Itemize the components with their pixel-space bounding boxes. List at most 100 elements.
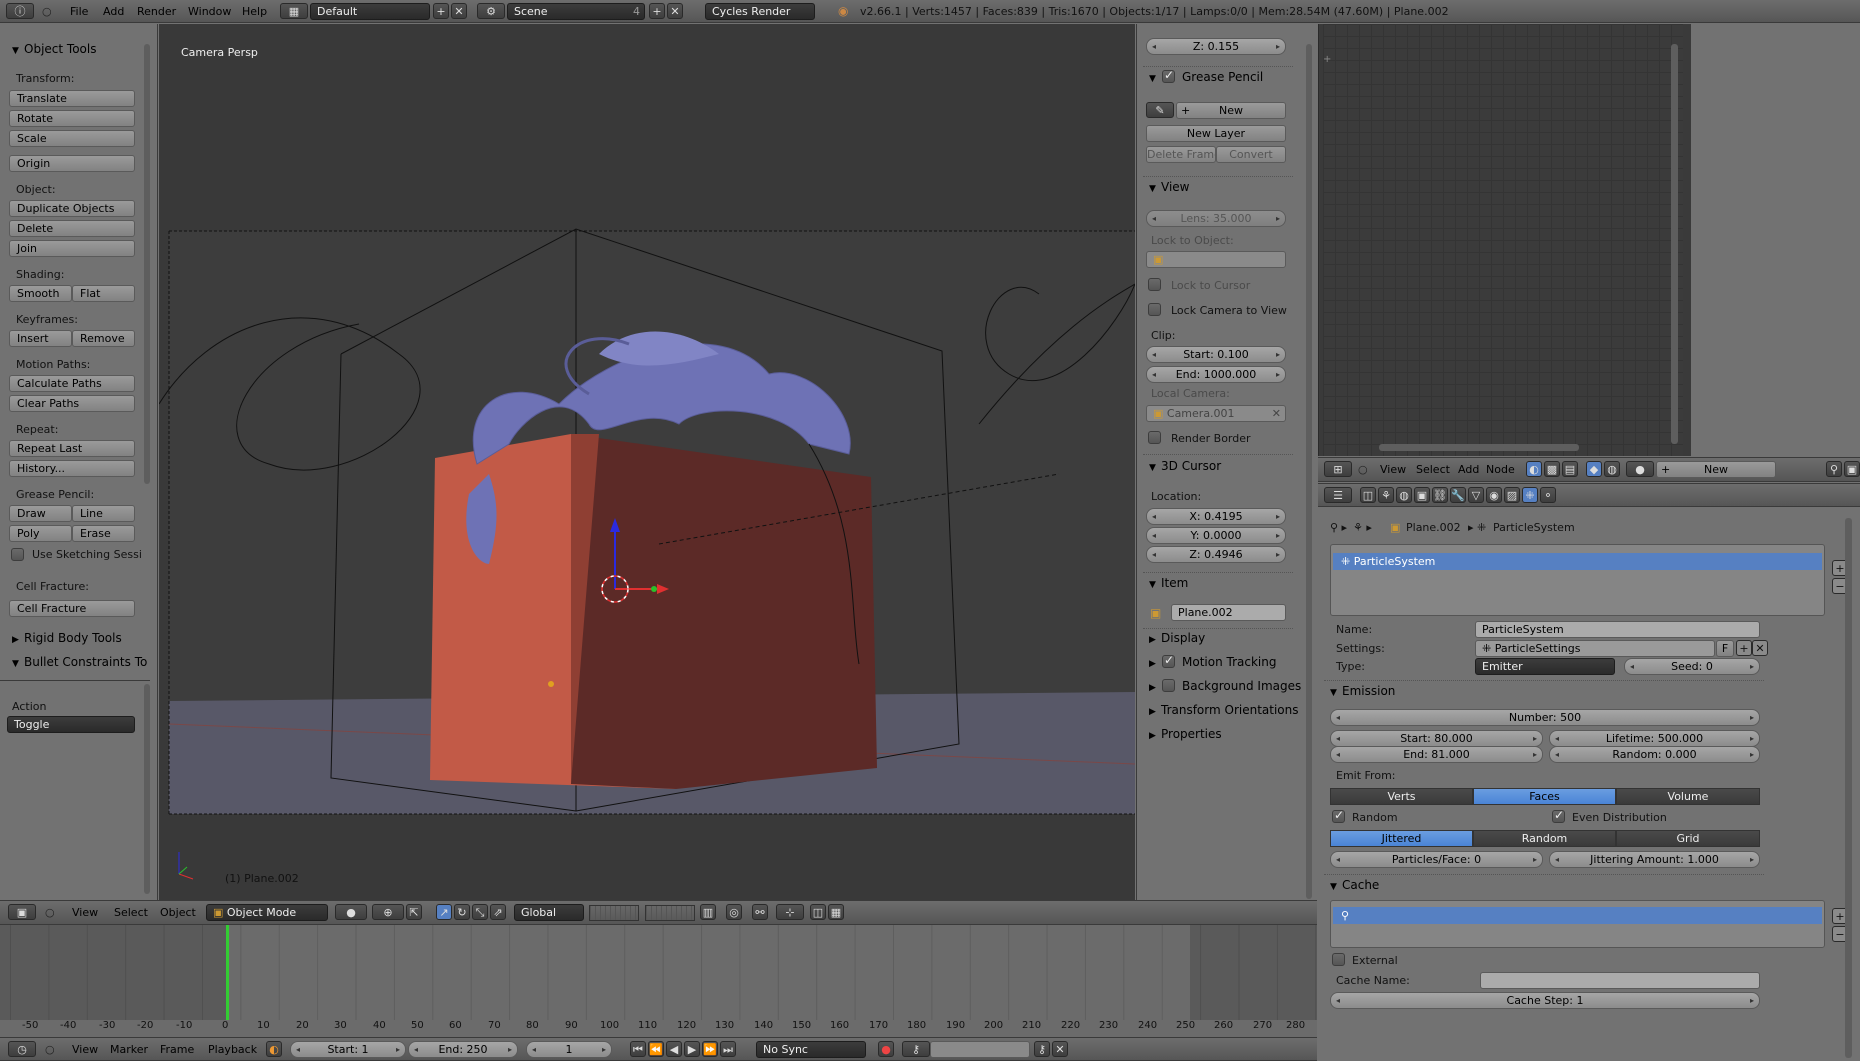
sketching-session-checkbox[interactable] <box>11 548 24 561</box>
timeline[interactable]: -50 -40 -30 -20 -10 0 10 20 30 40 50 60 … <box>0 925 1317 1037</box>
gp-draw-button[interactable]: Draw <box>9 505 72 522</box>
name-field[interactable]: ParticleSystem <box>1475 621 1760 638</box>
frame-start-field[interactable]: Start: 1 <box>290 1041 406 1058</box>
object-tab-icon[interactable]: ▣ <box>1414 487 1430 503</box>
clip-end-field[interactable]: End: 1000.000 <box>1146 366 1286 383</box>
properties-header[interactable]: ▶ Properties <box>1149 727 1222 741</box>
particles-per-face-field[interactable]: Particles/Face: 0 <box>1330 851 1543 868</box>
even-distribution-checkbox[interactable] <box>1552 808 1565 823</box>
timeline-menu-frame[interactable]: Frame <box>160 1043 194 1056</box>
collapse-icon[interactable]: ○ <box>42 5 52 18</box>
convert-button[interactable]: Convert <box>1216 146 1286 163</box>
viewport-3d[interactable]: Camera Persp (1) Plane.002 <box>159 24 1135 900</box>
layer-lock-icon[interactable]: ▥ <box>700 904 716 920</box>
cache-list[interactable]: ⚲ <box>1330 900 1825 948</box>
scene-select[interactable]: Scene 4 <box>507 3 645 20</box>
render-tab-icon[interactable]: ◫ <box>1360 487 1376 503</box>
frame-end-field[interactable]: End: 250 <box>408 1041 518 1058</box>
lifetime-field[interactable]: Lifetime: 500.000 <box>1549 730 1760 747</box>
constraints-tab-icon[interactable]: ⛓ <box>1432 487 1448 503</box>
view3d-menu-view[interactable]: View <box>72 906 98 919</box>
proportional-icon[interactable]: ◎ <box>726 904 742 920</box>
clear-icon[interactable]: ✕ <box>1272 406 1281 421</box>
node-editor[interactable]: + <box>1318 24 1860 456</box>
gp-new-button[interactable]: + New <box>1176 102 1286 119</box>
menu-render[interactable]: Render <box>137 5 176 18</box>
calculate-paths-button[interactable]: Calculate Paths <box>9 375 135 392</box>
rigid-body-header[interactable]: ▶ Rigid Body Tools <box>12 631 122 645</box>
view3d-editor-type-icon[interactable]: ▣ <box>8 904 36 920</box>
pivot-icon[interactable]: ⊕ <box>372 904 404 920</box>
insert-key-icon[interactable]: ⚷ <box>1034 1041 1050 1057</box>
bg-images-header[interactable]: ▶ <box>1149 679 1161 693</box>
node-vscrollbar[interactable] <box>1671 44 1678 444</box>
breadcrumb-object[interactable]: Plane.002 <box>1406 521 1461 534</box>
breadcrumb-particle-system[interactable]: ParticleSystem <box>1493 521 1575 534</box>
fake-user-button[interactable]: F <box>1716 640 1734 657</box>
grid-option[interactable]: Grid <box>1616 830 1760 847</box>
lock-cursor-checkbox[interactable] <box>1148 278 1161 291</box>
layers-grid-2-icon[interactable] <box>645 905 695 921</box>
cache-list-item[interactable]: ⚲ <box>1333 907 1822 924</box>
node-menu-node[interactable]: Node <box>1486 463 1515 476</box>
emission-header[interactable]: ▼ Emission <box>1330 684 1395 698</box>
mode-select[interactable]: ▣ Object Mode <box>206 904 328 921</box>
properties-editor-type-icon[interactable]: ☰ <box>1324 487 1352 503</box>
timeline-menu-view[interactable]: View <box>72 1043 98 1056</box>
translate-manip-icon[interactable]: ↗ <box>436 904 452 920</box>
random-option[interactable]: Random <box>1473 830 1616 847</box>
snap-element-icon[interactable]: ⊹ <box>776 904 804 920</box>
pencil-icon[interactable]: ✎ <box>1146 102 1174 118</box>
collapse-icon[interactable]: ○ <box>45 906 55 919</box>
play-reverse-icon[interactable]: ◀ <box>666 1041 682 1057</box>
scene-add-icon[interactable]: + <box>649 3 665 19</box>
start-field[interactable]: Start: 80.000 <box>1330 730 1543 747</box>
shading-icon[interactable]: ● <box>335 904 367 920</box>
delete-button[interactable]: Delete <box>9 220 135 237</box>
cell-fracture-button[interactable]: Cell Fracture <box>9 600 135 617</box>
scale-button[interactable]: Scale <box>9 130 135 147</box>
use-preview-range-icon[interactable]: ◐ <box>266 1041 282 1057</box>
cursor-x-field[interactable]: X: 0.4195 <box>1146 508 1286 525</box>
menu-window[interactable]: Window <box>188 5 231 18</box>
seed-field[interactable]: Seed: 0 <box>1624 658 1760 675</box>
external-checkbox[interactable] <box>1332 953 1345 966</box>
join-button[interactable]: Join <box>9 240 135 257</box>
cache-name-field[interactable] <box>1480 972 1760 989</box>
node-hscrollbar[interactable] <box>1379 444 1579 451</box>
transform-orientations-header[interactable]: ▶ Transform Orientations <box>1149 703 1299 717</box>
lock-object-field[interactable]: ▣ <box>1146 251 1286 268</box>
emit-verts-option[interactable]: Verts <box>1330 788 1473 805</box>
layout-remove-icon[interactable]: ✕ <box>451 3 467 19</box>
n-panel-scrollbar[interactable] <box>1306 44 1312 899</box>
world-tab-icon[interactable]: ◍ <box>1396 487 1412 503</box>
scene-remove-icon[interactable]: ✕ <box>667 3 683 19</box>
end-field[interactable]: End: 81.000 <box>1330 746 1543 763</box>
backdrop-icon[interactable]: ▣ <box>1844 461 1860 477</box>
insert-keyframe-button[interactable]: Insert <box>9 330 72 347</box>
display-header[interactable]: ▶ Display <box>1149 631 1205 645</box>
texture-tab-icon[interactable]: ▨ <box>1504 487 1520 503</box>
type-select[interactable]: Emitter <box>1475 658 1615 675</box>
scene-icon[interactable]: ⚙ <box>477 3 505 19</box>
view3d-menu-object[interactable]: Object <box>160 906 196 919</box>
item-name-field[interactable]: Plane.002 <box>1171 604 1286 621</box>
cache-header[interactable]: ▼ Cache <box>1330 878 1379 892</box>
lock-camera-checkbox[interactable] <box>1148 303 1161 316</box>
settings-remove-icon[interactable]: ✕ <box>1752 640 1768 656</box>
repeat-last-button[interactable]: Repeat Last <box>9 440 135 457</box>
node-menu-view[interactable]: View <box>1380 463 1406 476</box>
cursor-z-field[interactable]: Z: 0.4946 <box>1146 546 1286 563</box>
emit-faces-option[interactable]: Faces <box>1473 788 1616 805</box>
particle-system-list[interactable]: ⁜ ParticleSystem <box>1330 544 1825 616</box>
gp-erase-button[interactable]: Erase <box>72 525 135 542</box>
manip-extra-icon[interactable]: ⇗ <box>490 904 506 920</box>
view3d-menu-select[interactable]: Select <box>114 906 148 919</box>
object-shader-icon[interactable]: ◆ <box>1586 461 1602 477</box>
remove-keyframe-button[interactable]: Remove <box>72 330 135 347</box>
modifiers-tab-icon[interactable]: 🔧 <box>1450 487 1466 503</box>
list-item[interactable]: ⁜ ParticleSystem <box>1333 553 1822 570</box>
current-frame-field[interactable]: 1 <box>526 1041 612 1058</box>
grease-pencil-header[interactable]: ▼ <box>1149 70 1161 84</box>
jittered-option[interactable]: Jittered <box>1330 830 1473 847</box>
